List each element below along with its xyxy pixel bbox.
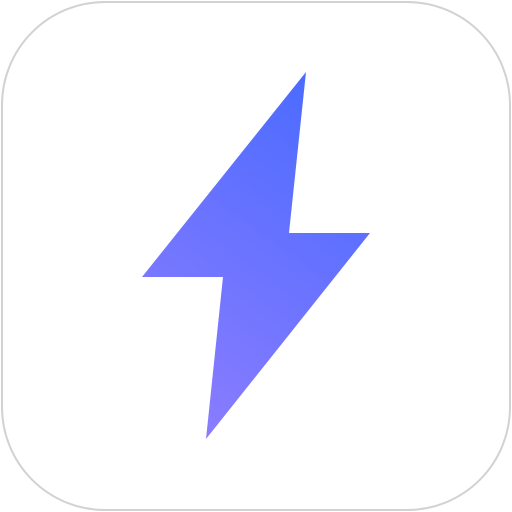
lightning-bolt-shape (142, 72, 370, 439)
lightning-bolt-icon (142, 72, 370, 439)
